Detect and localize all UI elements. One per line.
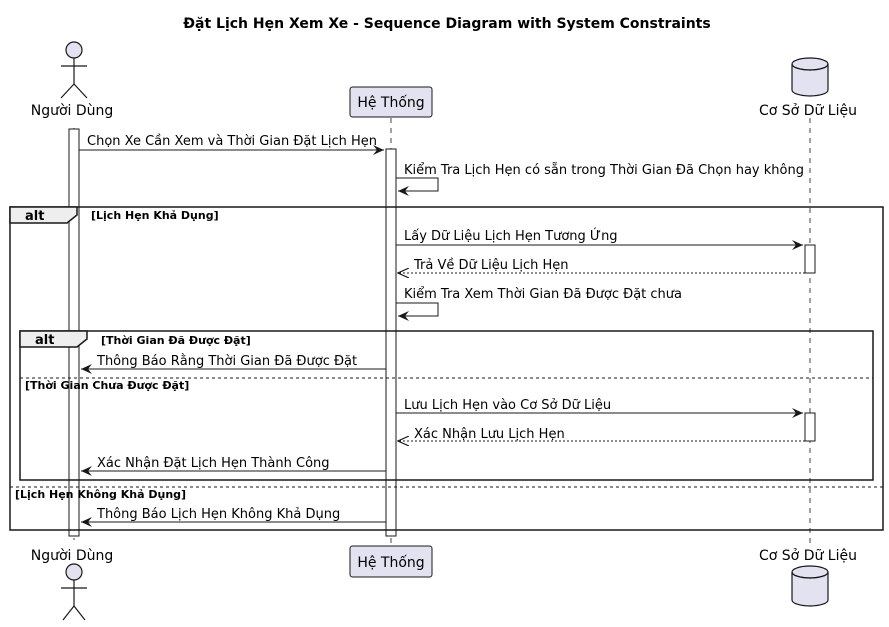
message-4-return: Trả Về Dữ Liệu Lịch Hẹn <box>398 258 805 273</box>
message-label: Kiểm Tra Lịch Hẹn có sẵn trong Thời Gian… <box>404 163 804 178</box>
participant-label: Cơ Sở Dữ Liệu <box>759 103 857 119</box>
alt-condition-not-booked: [Thời Gian Chưa Được Đặt] <box>25 379 189 392</box>
message-label: Thông Báo Lịch Hẹn Không Khả Dụng <box>96 507 340 522</box>
message-6: Thông Báo Rằng Thời Gian Đã Được Đặt <box>81 354 386 374</box>
alt-condition-available: [Lịch Hẹn Khả Dụng] <box>91 209 219 222</box>
message-2-self: Kiểm Tra Lịch Hẹn có sẵn trong Thời Gian… <box>396 163 804 196</box>
sequence-diagram: Đặt Lịch Hẹn Xem Xe - Sequence Diagram w… <box>9 16 884 621</box>
actor-user-bottom: Người Dùng <box>31 548 114 621</box>
participant-label: Hệ Thống <box>357 94 424 111</box>
database-icon <box>791 565 829 607</box>
activation-database-1 <box>804 244 816 274</box>
alt-keyword-outer: alt <box>25 209 44 224</box>
message-label: Lưu Lịch Hẹn vào Cơ Sở Dữ Liệu <box>404 398 611 413</box>
participant-label: Người Dùng <box>31 548 114 564</box>
participant-label: Hệ Thống <box>357 554 424 571</box>
participant-label: Người Dùng <box>31 103 114 119</box>
message-7: Lưu Lịch Hẹn vào Cơ Sở Dữ Liệu <box>396 398 803 418</box>
activation-database-2 <box>804 412 816 442</box>
message-1: Chọn Xe Cần Xem và Thời Gian Đặt Lịch Hẹ… <box>79 134 384 155</box>
actor-user-top: Người Dùng <box>31 41 114 119</box>
diagram-title: Đặt Lịch Hẹn Xem Xe - Sequence Diagram w… <box>183 16 710 32</box>
participant-label: Cơ Sở Dữ Liệu <box>759 548 857 564</box>
actor-icon <box>60 41 88 99</box>
actor-icon <box>61 563 87 621</box>
message-label: Thông Báo Rằng Thời Gian Đã Được Đặt <box>96 354 357 369</box>
alt-condition-unavailable: [Lịch Hẹn Không Khả Dụng] <box>15 488 186 501</box>
message-9: Xác Nhận Đặt Lịch Hẹn Thành Công <box>81 456 386 476</box>
message-label: Chọn Xe Cần Xem và Thời Gian Đặt Lịch Hẹ… <box>87 134 377 149</box>
message-label: Lấy Dữ Liệu Lịch Hẹn Tương Ứng <box>404 228 618 244</box>
message-3: Lấy Dữ Liệu Lịch Hẹn Tương Ứng <box>396 228 803 250</box>
message-8-return: Xác Nhận Lưu Lịch Hẹn <box>398 427 805 442</box>
message-10: Thông Báo Lịch Hẹn Không Khả Dụng <box>81 507 386 527</box>
alt-keyword-inner: alt <box>35 333 54 348</box>
participant-database-top: Cơ Sở Dữ Liệu <box>759 57 857 119</box>
message-5-self: Kiểm Tra Xem Thời Gian Đã Được Đặt chưa <box>396 287 682 321</box>
participant-database-bottom: Cơ Sở Dữ Liệu <box>759 548 857 607</box>
alt-condition-booked: [Thời Gian Đã Được Đặt] <box>101 334 251 347</box>
participant-system-top: Hệ Thống <box>349 86 433 118</box>
database-icon <box>791 57 829 97</box>
participant-system-bottom: Hệ Thống <box>349 545 433 578</box>
message-label: Xác Nhận Đặt Lịch Hẹn Thành Công <box>97 456 330 471</box>
message-label: Kiểm Tra Xem Thời Gian Đã Được Đặt chưa <box>404 287 682 302</box>
message-label: Xác Nhận Lưu Lịch Hẹn <box>414 427 565 442</box>
message-label: Trả Về Dữ Liệu Lịch Hẹn <box>413 258 569 273</box>
